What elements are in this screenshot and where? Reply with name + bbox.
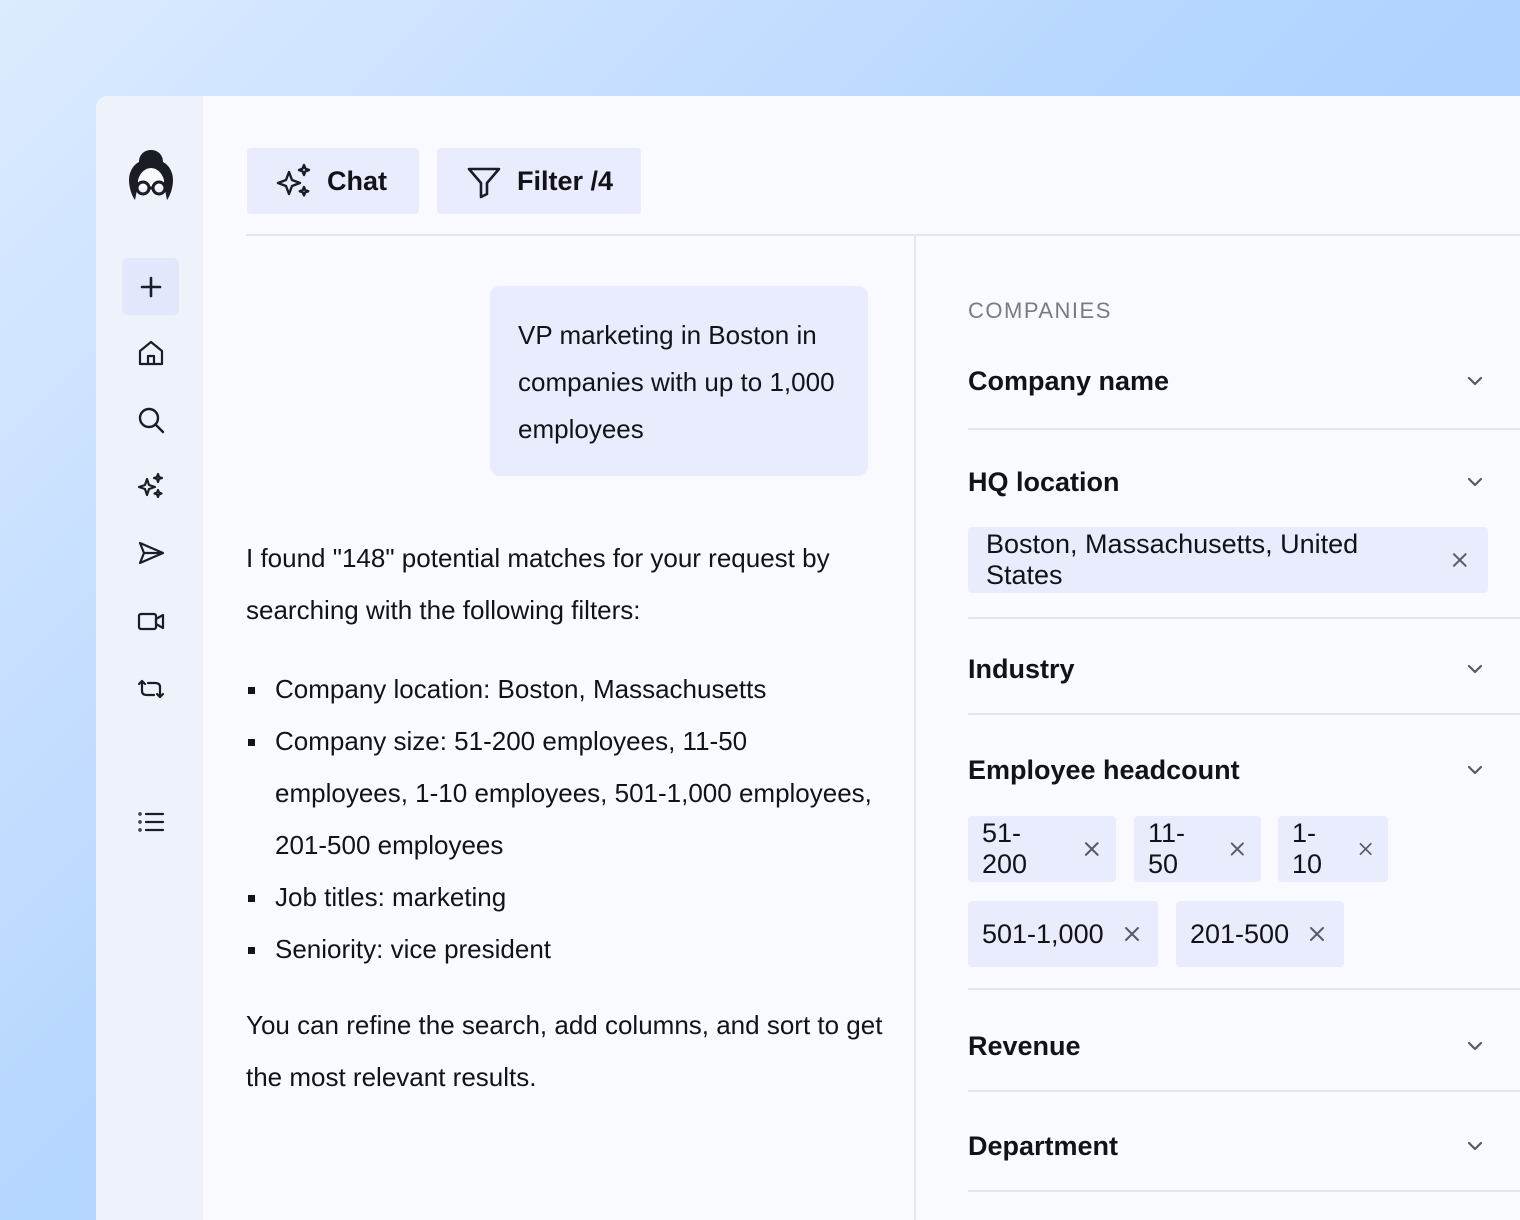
sidebar-item-ai[interactable] [122,457,179,514]
main-area: Chat Filter /4 VP marketing in Boston in… [203,96,1520,1220]
filter-company-name[interactable]: Company name [968,361,1520,430]
list-item: Seniority: vice president [246,923,886,975]
chevron-down-icon [1467,1041,1483,1051]
sparkles-icon [276,163,311,197]
filter-industry[interactable]: Industry [968,649,1520,715]
chip-label: 501-1,000 [982,918,1104,949]
chevron-down-icon [1467,664,1483,674]
chip-label: 201-500 [1190,918,1290,949]
filter-button[interactable]: Filter /4 [437,148,641,214]
close-icon[interactable] [1450,550,1470,570]
sidebar-item-send[interactable] [122,524,179,581]
chat-button-label: Chat [327,165,387,196]
reply-intro: I found "148" potential matches for your… [246,543,830,625]
list-item: Company size: 51-200 employees, 11-50 em… [246,715,886,871]
chevron-down-icon [1467,477,1483,487]
chat-button[interactable]: Chat [247,148,419,214]
filter-bullets: Company location: Boston, Massachusetts … [246,663,886,975]
filter-title: Industry [968,653,1075,684]
headcount-chip[interactable]: 11-50 [1134,816,1261,882]
logo-icon [129,150,173,200]
close-icon[interactable] [1122,924,1142,944]
filter-button-label: Filter /4 [516,165,614,196]
hq-location-chip[interactable]: Boston, Massachusetts, United States [968,527,1488,593]
chip-label: 51-200 [982,818,1028,879]
panel-divider [914,234,916,1220]
chip-label: 11-50 [1148,818,1186,879]
filter-title: Department [968,1130,1119,1161]
chip-label: Boston, Massachusetts, United States [986,529,1359,590]
reply-closing: You can refine the search, add columns, … [246,1010,883,1092]
toolbar-divider [246,234,1520,236]
headcount-chip[interactable]: 201-500 [1176,901,1344,967]
plus-icon [140,276,161,297]
send-icon [138,541,164,564]
close-icon[interactable] [1307,924,1327,944]
filter-title: Employee headcount [968,754,1240,785]
filter-hq-location[interactable]: HQ location [968,462,1520,619]
headcount-chip[interactable]: 501-1,000 [968,901,1158,967]
sidebar-item-sequences[interactable] [122,660,179,717]
filter-title: Company name [968,365,1170,396]
list-item: Job titles: marketing [246,871,886,923]
sidebar-item-lists[interactable] [122,793,179,850]
list-icon [137,811,164,832]
headcount-chip[interactable]: 51-200 [968,816,1116,882]
new-button[interactable] [122,258,179,315]
close-icon[interactable] [1228,839,1247,859]
sidebar-rail [96,96,203,1220]
video-icon [137,612,164,630]
filter-icon [467,167,501,199]
section-label: COMPANIES [968,298,1112,323]
filter-revenue[interactable]: Revenue [968,1026,1520,1092]
headcount-chip[interactable]: 1-10 [1278,816,1388,882]
filter-department[interactable]: Department [968,1126,1520,1192]
chevron-down-icon [1467,765,1483,775]
sidebar-item-search[interactable] [122,391,179,448]
user-message: VP marketing in Boston in companies with… [490,286,868,476]
assistant-reply: I found "148" potential matches for your… [246,532,886,1103]
chevron-down-icon [1467,376,1483,386]
filter-title: Revenue [968,1030,1081,1061]
app-window: Chat Filter /4 VP marketing in Boston in… [96,96,1520,1220]
home-icon [138,340,163,365]
sparkles-icon [137,472,163,498]
repeat-icon [137,679,164,698]
close-icon[interactable] [1082,839,1102,859]
filter-employee-headcount[interactable]: Employee headcount [968,750,1520,990]
filter-title: HQ location [968,466,1120,497]
close-icon[interactable] [1357,839,1374,859]
chevron-down-icon [1467,1141,1483,1151]
search-icon [138,407,164,433]
sidebar-item-home[interactable] [122,324,179,381]
chip-label: 1-10 [1292,818,1323,879]
sidebar-item-video[interactable] [122,592,179,649]
list-item: Company location: Boston, Massachusetts [246,663,886,715]
